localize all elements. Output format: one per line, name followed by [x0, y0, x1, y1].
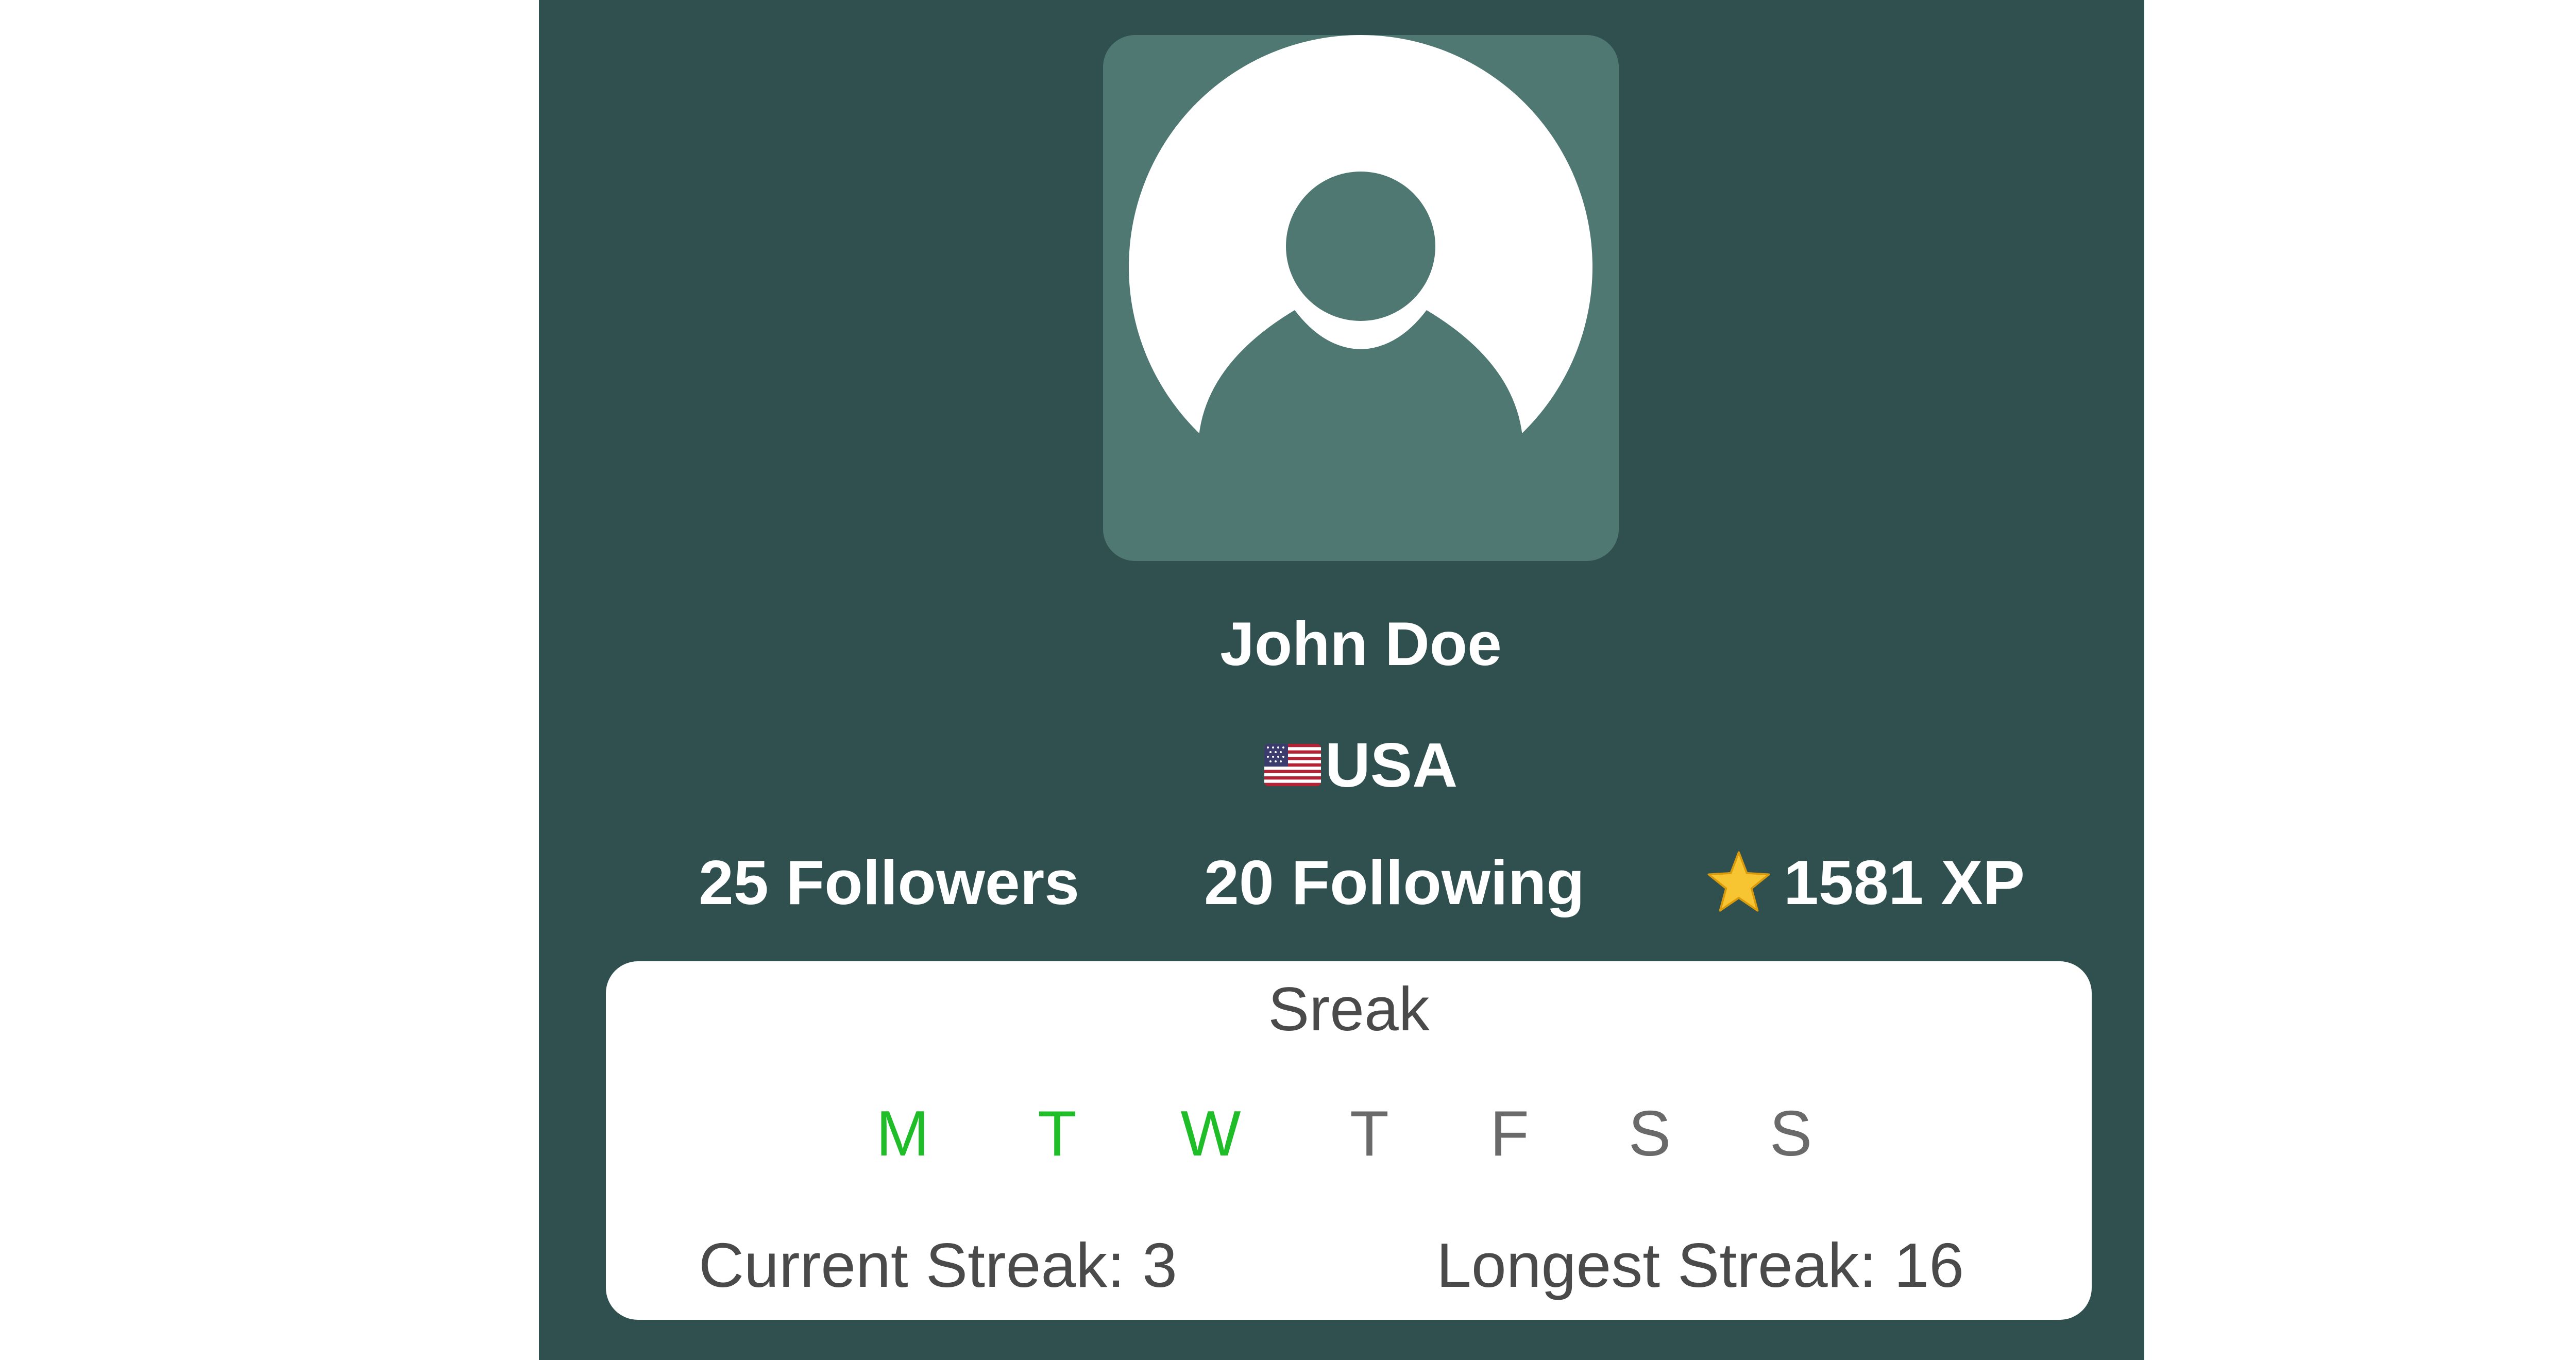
profile-country: USA	[1103, 721, 1619, 809]
xp-display: 1581 XP	[1705, 839, 2025, 926]
streak-day-fri: F	[1490, 1098, 1529, 1169]
streak-day-mon: M	[876, 1098, 929, 1169]
current-streak: Current Streak: 3	[699, 1230, 1177, 1300]
xp-value: 1581 XP	[1784, 847, 2025, 917]
streak-day-thu: T	[1350, 1098, 1389, 1169]
followers-count[interactable]: 25 Followers	[699, 839, 1079, 926]
avatar[interactable]	[1103, 35, 1619, 561]
streak-day-sat: S	[1628, 1098, 1671, 1169]
country-label: USA	[1325, 730, 1458, 800]
streak-day-tue: T	[1038, 1098, 1077, 1169]
longest-streak: Longest Streak: 16	[1436, 1230, 1964, 1300]
streak-day-wed: W	[1180, 1098, 1241, 1169]
us-flag-icon	[1264, 744, 1321, 786]
streak-card: Sreak M T W T F S S Current Streak: 3 Lo…	[606, 961, 2092, 1320]
star-icon	[1705, 849, 1772, 916]
streak-day-sun: S	[1769, 1098, 1812, 1169]
user-placeholder-icon	[1129, 35, 1592, 561]
streak-title: Sreak	[1268, 975, 1430, 1044]
profile-name: John Doe	[1220, 609, 1502, 678]
following-count[interactable]: 20 Following	[1204, 839, 1585, 926]
